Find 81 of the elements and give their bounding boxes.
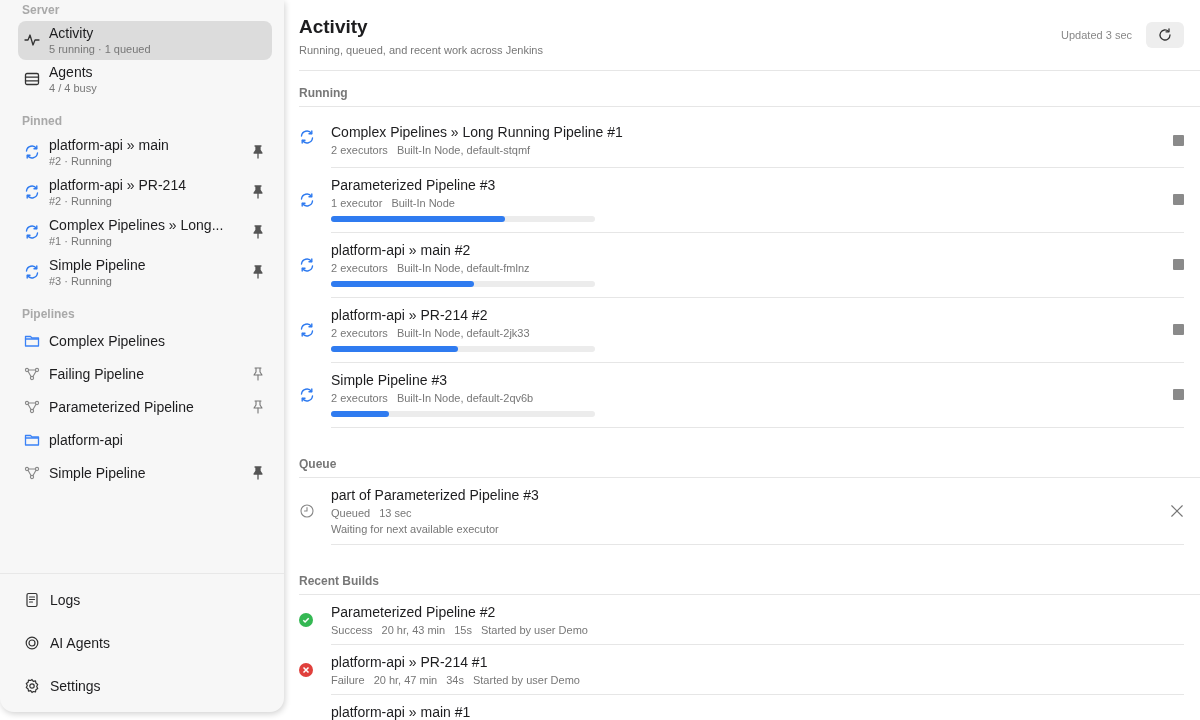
sync-icon (24, 223, 40, 240)
stop-button[interactable] (1173, 134, 1184, 146)
section-heading: Server (21, 2, 61, 19)
sidebar-item[interactable]: platform-api » PR-214 #2 · Running (18, 172, 272, 212)
build-name[interactable]: Simple Pipeline #3 (331, 372, 1173, 388)
sidebar-item[interactable]: Settings (24, 678, 260, 694)
executors-label: 2 executors (331, 144, 388, 156)
sidebar-item[interactable]: Simple Pipeline #3 · Running (18, 252, 272, 292)
close-icon (1170, 504, 1184, 518)
build-name[interactable]: Complex Pipelines » Long Running Pipeline #1 (331, 124, 1173, 140)
cause-label: Started by user Demo (480, 624, 588, 636)
section-heading: Queue (299, 448, 1200, 478)
build-name[interactable]: part of Parameterized Pipeline #3 (331, 487, 1170, 503)
build-name[interactable]: Parameterized Pipeline #3 (331, 177, 1173, 193)
clock-icon (299, 503, 315, 519)
section-heading: Running (299, 77, 1200, 107)
build-name[interactable]: platform-api » PR-214 #2 (331, 307, 1173, 323)
sync-icon (299, 257, 315, 273)
duration-label: 34s (446, 674, 464, 686)
pipeline-icon (24, 465, 40, 481)
sync-icon (24, 183, 40, 200)
sync-icon (24, 263, 40, 280)
node-label: Built-In Node, default-stqmf (396, 144, 531, 156)
sidebar-item[interactable]: platform-api (18, 424, 272, 457)
build-name[interactable]: Parameterized Pipeline #2 (331, 604, 1184, 620)
sidebar-item[interactable]: Activity 5 running · 1 queued (18, 21, 272, 60)
executors-label: 2 executors (331, 392, 388, 404)
stop-button[interactable] (1173, 324, 1184, 335)
sidebar-item[interactable]: AI Agents (24, 635, 260, 651)
updated-label: Updated 3 sec (1061, 29, 1132, 41)
sidebar-item[interactable]: Parameterized Pipeline (18, 391, 272, 424)
sidebar-item[interactable]: Complex Pipelines (18, 325, 272, 358)
status-label: Success (331, 624, 373, 636)
page-subtitle: Running, queued, and recent work across Jenkins (299, 44, 543, 56)
sync-icon (299, 387, 315, 403)
build-name[interactable]: platform-api » PR-214 #1 (331, 654, 1184, 670)
sync-icon (24, 143, 40, 160)
cause-label: Started by user Demo (472, 674, 580, 686)
folder-icon (24, 432, 40, 448)
stop-button[interactable] (1173, 389, 1184, 400)
refresh-button[interactable] (1146, 22, 1184, 48)
duration-label: 15s (454, 624, 472, 636)
settings-icon (24, 678, 40, 694)
folder-icon (24, 333, 40, 349)
sidebar-item[interactable]: Simple Pipeline (18, 457, 272, 490)
executors-label: 2 executors (331, 327, 388, 339)
server-icon (24, 71, 40, 87)
stop-button[interactable] (1173, 194, 1184, 205)
node-label: Built-In Node, default-fmlnz (396, 262, 530, 274)
executors-label: 2 executors (331, 262, 388, 274)
sync-icon (299, 322, 315, 338)
pulse-icon (24, 32, 40, 48)
pipeline-icon (24, 399, 40, 415)
sidebar-item[interactable]: Complex Pipelines » Long... #1 · Running (18, 212, 272, 252)
build-name[interactable]: platform-api » main #1 (331, 704, 1184, 720)
stop-button[interactable] (1173, 259, 1184, 270)
status-label: Queued (331, 507, 371, 519)
document-icon (24, 592, 40, 608)
sidebar-item[interactable]: platform-api » main #2 · Running (18, 132, 272, 172)
page-title: Activity (299, 16, 369, 38)
close-button[interactable] (1170, 504, 1184, 518)
time-label: 20 hr, 43 min (381, 624, 446, 636)
status-label: Failure (331, 674, 365, 686)
sync-icon (299, 129, 315, 145)
sidebar-item[interactable]: Logs (24, 592, 260, 608)
time-label: 20 hr, 47 min (373, 674, 438, 686)
node-label: Built-In Node, default-2qv6b (396, 392, 534, 404)
node-label: Built-In Node, default-2jk33 (396, 327, 530, 339)
section-heading: Pipelines (21, 306, 76, 323)
section-heading: Pinned (21, 113, 63, 130)
refresh-icon (1157, 27, 1173, 43)
sync-icon (299, 192, 315, 208)
pipeline-icon (24, 366, 40, 382)
node-label: Built-In Node (391, 197, 455, 209)
section-heading: Recent Builds (299, 565, 1200, 595)
build-name[interactable]: platform-api » main #2 (331, 242, 1173, 258)
queue-note: Waiting for next available executor (331, 523, 499, 535)
sidebar-item[interactable]: Agents 4 / 4 busy (18, 60, 272, 99)
executors-label: 1 executor (331, 197, 383, 209)
time-label: 13 sec (379, 507, 412, 519)
sidebar-item[interactable]: Failing Pipeline (18, 358, 272, 391)
